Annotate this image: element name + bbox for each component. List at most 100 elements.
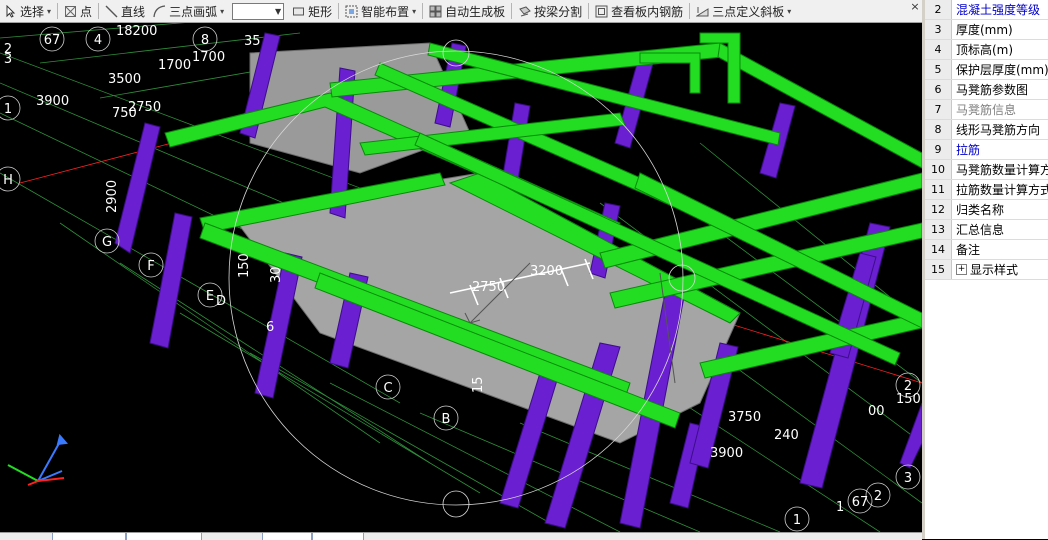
property-name-text: 马凳筋信息 [956, 103, 1017, 117]
dim-label: 3500 [108, 72, 141, 87]
property-name-text: 拉筋数量计算方式 [956, 183, 1048, 197]
property-row[interactable]: 11 拉筋数量计算方式 [925, 180, 1048, 200]
axis-label: 2 [874, 489, 882, 504]
property-row[interactable]: 4 顶标高(m) [925, 40, 1048, 60]
chevron-down-icon[interactable]: ▾ [47, 7, 51, 16]
chevron-down-icon[interactable]: ▾ [787, 7, 791, 16]
auto-slab-label: 自动生成板 [445, 4, 506, 19]
split-icon [519, 5, 532, 16]
dim-label: 3200 [530, 264, 563, 279]
split-by-beam-button[interactable]: 按梁分割 [514, 1, 586, 22]
property-name-text: 线形马凳筋方向 [956, 123, 1041, 137]
axis-label: 1 [4, 102, 12, 117]
arc3-button[interactable]: 三点画弧 ▾ [149, 1, 228, 22]
toolbar-divider [57, 3, 59, 19]
auto-slab-icon [429, 5, 442, 17]
property-row[interactable]: 13 汇总信息 [925, 220, 1048, 240]
draw-mode-select[interactable]: ▼ [232, 2, 285, 20]
rect-button[interactable]: 矩形 [288, 1, 336, 22]
dim-label: 2900 [105, 180, 120, 213]
property-name-text: 备注 [956, 243, 981, 257]
property-row[interactable]: 8 线形马凳筋方向 [925, 120, 1048, 140]
snap-marker [442, 490, 470, 518]
property-row-number: 13 [925, 220, 952, 239]
slope-icon [696, 6, 709, 16]
axis-label: 67 [44, 33, 61, 48]
property-row[interactable]: 9 拉筋 [925, 140, 1048, 160]
3d-viewport[interactable]: 2 67 4 8 3 1 H G F E D C B 1 2 67 3 2 18… [0, 23, 922, 532]
property-name: 保护层厚度(mm) [952, 61, 1048, 78]
dim-label: 150 [237, 253, 252, 278]
property-list: 2 混凝土强度等级 3 厚度(mm) 4 顶标高(m) 5 保护层厚度(mm) 6 马凳筋参数图 7… [925, 0, 1048, 280]
toolbar-divider [422, 3, 424, 19]
toolbar-divider [588, 3, 590, 19]
dim-label: 1700 [158, 58, 191, 73]
property-row[interactable]: 12 归类名称 [925, 200, 1048, 220]
toolbar-divider [98, 3, 100, 19]
property-row-number: 4 [925, 40, 952, 59]
property-row[interactable]: 10 马凳筋数量计算方式 [925, 160, 1048, 180]
property-name-text: 马凳筋参数图 [956, 83, 1029, 97]
property-name-text: 汇总信息 [956, 223, 1005, 237]
property-name: 马凳筋参数图 [952, 81, 1028, 98]
smart-layout-label: 智能布置 [361, 4, 410, 19]
chevron-down-icon[interactable]: ▾ [412, 7, 416, 16]
property-row-number: 14 [925, 240, 952, 259]
rectangle-icon [293, 7, 305, 15]
property-name-text: 显示样式 [970, 263, 1019, 277]
split-by-beam-label: 按梁分割 [534, 4, 583, 19]
property-row[interactable]: 6 马凳筋参数图 [925, 80, 1048, 100]
dim-label: 3750 [728, 410, 761, 425]
point-label: 点 [80, 4, 93, 19]
auto-slab-button[interactable]: 自动生成板 [425, 1, 509, 22]
property-row-number: 11 [925, 180, 952, 199]
chevron-down-icon[interactable]: ▾ [220, 7, 224, 16]
property-row-number: 15 [925, 260, 952, 279]
view-slab-rebar-button[interactable]: 查看板内钢筋 [591, 1, 687, 22]
dim-label: 2750 [472, 280, 505, 295]
property-row-number: 7 [925, 100, 952, 119]
property-row[interactable]: 5 保护层厚度(mm) [925, 60, 1048, 80]
dim-label: 15 [471, 376, 486, 393]
axis-label: D [216, 294, 226, 309]
property-name: 顶标高(m) [952, 41, 1013, 58]
property-row[interactable]: 2 混凝土强度等级 [925, 0, 1048, 20]
toolbar-divider [338, 3, 340, 19]
property-name: 拉筋 [952, 141, 980, 158]
model-canvas[interactable]: 2 67 4 8 3 1 H G F E D C B 1 2 67 3 2 18… [0, 23, 922, 532]
arc3-label: 三点画弧 [169, 4, 218, 19]
point-button[interactable]: 点 [60, 1, 96, 22]
axis-label: 8 [201, 33, 209, 48]
dim-label: 6 [266, 320, 274, 335]
property-row[interactable]: 3 厚度(mm) [925, 20, 1048, 40]
chevron-down-icon: ▼ [274, 6, 282, 16]
smart-layout-button[interactable]: 智能布置 ▾ [341, 1, 420, 22]
arc-icon [153, 4, 166, 17]
property-row[interactable]: 7 马凳筋信息 [925, 100, 1048, 120]
dim-label: 150 [896, 392, 921, 407]
dim-label: 1 [836, 500, 844, 515]
line-button[interactable]: 直线 [101, 1, 149, 22]
axis-label: H [3, 173, 13, 188]
property-name-text: 厚度(mm) [956, 23, 1013, 37]
dim-label: 30 [269, 266, 284, 283]
expand-plus-icon[interactable]: + [956, 264, 967, 275]
property-row-number: 12 [925, 200, 952, 219]
property-name: 汇总信息 [952, 221, 1004, 238]
property-name: 归类名称 [952, 201, 1004, 218]
property-name: 厚度(mm) [952, 21, 1013, 38]
property-name-text: 归类名称 [956, 203, 1005, 217]
property-name-text: 保护层厚度(mm) [956, 63, 1048, 77]
axis-label: 67 [852, 495, 869, 510]
select-button[interactable]: 选择 ▾ [0, 1, 55, 22]
slope3-button[interactable]: 三点定义斜板 ▾ [692, 1, 795, 22]
property-row[interactable]: 14 备注 [925, 240, 1048, 260]
property-row[interactable]: 15 + 显示样式 [925, 260, 1048, 280]
close-icon[interactable]: × [908, 0, 922, 14]
axis-label: 1 [793, 513, 801, 528]
toolbar-divider [511, 3, 513, 19]
line-label: 直线 [121, 4, 146, 19]
property-name: 混凝土强度等级 [952, 1, 1040, 18]
rect-label: 矩形 [308, 4, 333, 19]
property-row-number: 5 [925, 60, 952, 79]
